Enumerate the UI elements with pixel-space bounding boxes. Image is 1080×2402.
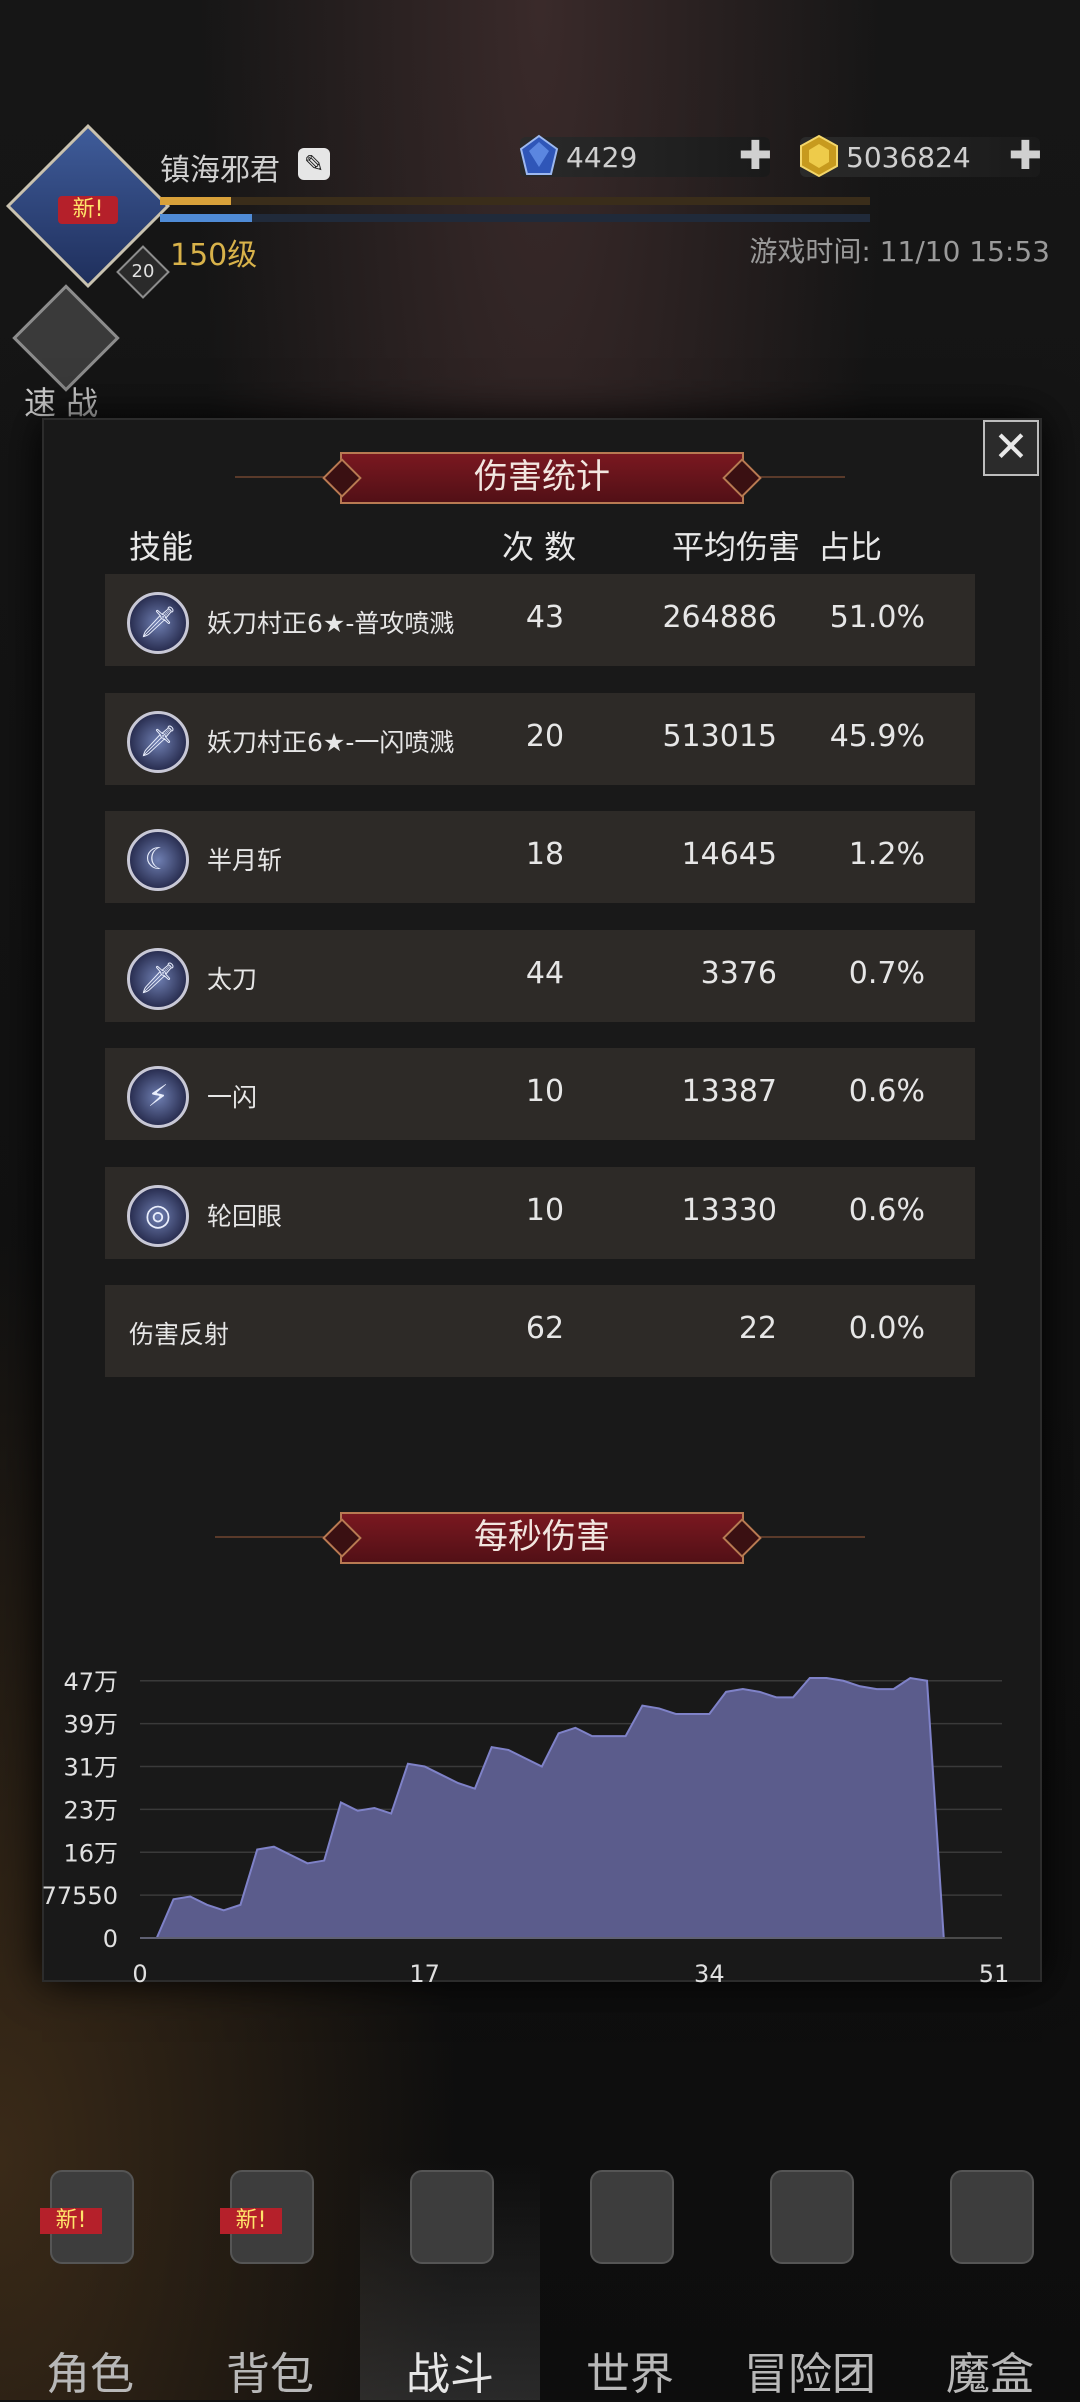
skill-row: ⚡ 一闪 10 13387 0.6% — [105, 1048, 975, 1140]
nav-tab[interactable]: 冒险团 — [720, 2160, 900, 2400]
column-percent: 占比 — [818, 528, 883, 566]
hit-count: 44 — [525, 955, 565, 991]
hit-count: 18 — [525, 837, 565, 872]
gold-amount: 5036824 — [846, 141, 971, 174]
castle-icon — [770, 2170, 854, 2264]
dps-series-area — [140, 1676, 945, 1939]
column-avg-damage: 平均伤害 — [672, 528, 801, 566]
damage-percent: 1.2% — [848, 837, 925, 872]
skill-name: 太刀 — [207, 964, 258, 994]
average-damage: 13387 — [681, 1074, 777, 1109]
average-damage: 3376 — [700, 955, 777, 991]
skill-row: ☾ 半月斩 18 14645 1.2% — [105, 811, 975, 903]
bottom-nav: 新! 角色 新! 背包 战斗 世界 冒险团 魔盒 — [0, 2160, 1080, 2400]
nav-tab[interactable]: 新! 角色 — [0, 2160, 180, 2400]
average-damage: 13330 — [681, 1192, 777, 1228]
hit-count: 43 — [525, 600, 565, 635]
damage-percent: 0.7% — [848, 955, 925, 991]
y-tick-label: 31万 — [63, 1754, 118, 1782]
y-tick-label: 0 — [103, 1925, 118, 1953]
map-scroll-icon — [590, 2170, 674, 2264]
skill-row: 🗡 妖刀村正6★-普攻喷溅 43 264886 51.0% — [105, 574, 975, 666]
hit-count: 10 — [525, 1192, 565, 1228]
add-gems-button[interactable]: ✚ — [738, 136, 772, 176]
skill-row: 🗡 太刀 44 3376 0.7% — [105, 929, 975, 1022]
gem-counter: 4429 ✚ — [519, 134, 772, 177]
nav-tab[interactable]: 战斗 — [360, 2160, 540, 2400]
crescent-moon-icon: ☾ — [127, 829, 189, 891]
skill-name: 妖刀村正6★-一闪喷溅 — [207, 727, 455, 757]
hit-count: 62 — [525, 1311, 565, 1346]
spiral-eye-icon: ◎ — [127, 1184, 189, 1247]
damage-percent: 0.0% — [848, 1311, 925, 1346]
average-damage: 14645 — [681, 837, 777, 872]
y-tick-label: 39万 — [63, 1711, 118, 1739]
damage-percent: 0.6% — [848, 1192, 925, 1228]
experience-bar — [160, 197, 870, 205]
nav-label: 角色 — [46, 2349, 134, 2400]
skill-name: 半月斩 — [207, 846, 283, 875]
dps-area-chart: 0 77550 16万 23万 31万 39万 47万 0 17 34 51 — [42, 1668, 1010, 1988]
gold-coin-icon — [800, 134, 838, 178]
damage-percent: 0.6% — [848, 1074, 925, 1109]
sword-icon: 🗡 — [127, 710, 189, 773]
gem-amount: 4429 — [566, 141, 638, 174]
x-tick-label: 51 — [979, 1960, 1010, 1988]
average-damage: 22 — [738, 1311, 777, 1346]
column-skill: 技能 — [129, 528, 194, 566]
edit-name-icon[interactable]: ✎ — [298, 148, 330, 180]
game-time: 游戏时间: 11/10 15:53 — [749, 235, 1050, 268]
y-tick-label: 23万 — [63, 1796, 118, 1824]
nav-tab[interactable]: 新! 背包 — [180, 2160, 360, 2400]
blue-gem-icon — [519, 134, 559, 175]
avatar-level: 20 — [131, 261, 155, 282]
y-tick-label: 16万 — [63, 1839, 118, 1867]
skill-row: 🗡 妖刀村正6★-一闪喷溅 20 513015 45.9% — [105, 692, 975, 785]
nav-label: 背包 — [226, 2349, 314, 2400]
damage-stats-title: 伤害统计 — [340, 452, 744, 504]
damage-percent: 51.0% — [829, 600, 925, 635]
sword-icon: 🗡 — [127, 592, 189, 654]
average-damage: 264886 — [662, 600, 777, 635]
skill-name: 一闪 — [207, 1083, 258, 1112]
nav-label: 冒险团 — [744, 2349, 876, 2400]
y-tick-label: 77550 — [42, 1882, 118, 1910]
new-badge: 新! — [58, 196, 118, 224]
average-damage: 513015 — [662, 718, 777, 754]
player-name: 镇海邪君 — [160, 153, 280, 188]
nav-label: 世界 — [586, 2349, 674, 2400]
nav-label: 魔盒 — [946, 2349, 1034, 2400]
x-tick-label: 34 — [694, 1960, 725, 1988]
hit-count: 20 — [525, 718, 565, 754]
quick-battle-button[interactable]: 速 战 — [12, 284, 120, 422]
column-count: 次 数 — [502, 528, 577, 566]
new-badge: 新! — [220, 2208, 282, 2234]
flash-slash-icon: ⚡ — [127, 1066, 189, 1128]
nav-label: 战斗 — [406, 2349, 494, 2400]
x-tick-label: 0 — [132, 1960, 147, 1988]
skill-name: 轮回眼 — [207, 1201, 283, 1231]
player-level: 150级 — [170, 238, 258, 273]
damage-percent: 45.9% — [829, 718, 925, 754]
skill-name: 伤害反射 — [129, 1320, 230, 1349]
skill-name: 妖刀村正6★-普攻喷溅 — [207, 609, 455, 638]
katana-icon: 🗡 — [127, 947, 189, 1010]
dps-title: 每秒伤害 — [340, 1512, 744, 1564]
close-button[interactable]: ✕ — [983, 420, 1039, 476]
secondary-bar — [160, 214, 870, 222]
x-tick-label: 17 — [409, 1960, 440, 1988]
gold-counter: 5036824 ✚ — [800, 134, 1042, 178]
nav-tab[interactable]: 魔盒 — [900, 2160, 1080, 2400]
hit-count: 10 — [525, 1074, 565, 1109]
magic-box-icon — [950, 2170, 1034, 2264]
skill-row: ◎ 轮回眼 10 13330 0.6% — [105, 1166, 975, 1259]
skill-row: 伤害反射 62 22 0.0% — [105, 1285, 975, 1377]
new-badge: 新! — [40, 2208, 102, 2234]
add-gold-button[interactable]: ✚ — [1008, 136, 1042, 176]
quick-battle-icon — [12, 284, 120, 392]
y-tick-label: 47万 — [63, 1668, 118, 1696]
nav-tab[interactable]: 世界 — [540, 2160, 720, 2400]
sword-shield-icon — [410, 2170, 494, 2264]
